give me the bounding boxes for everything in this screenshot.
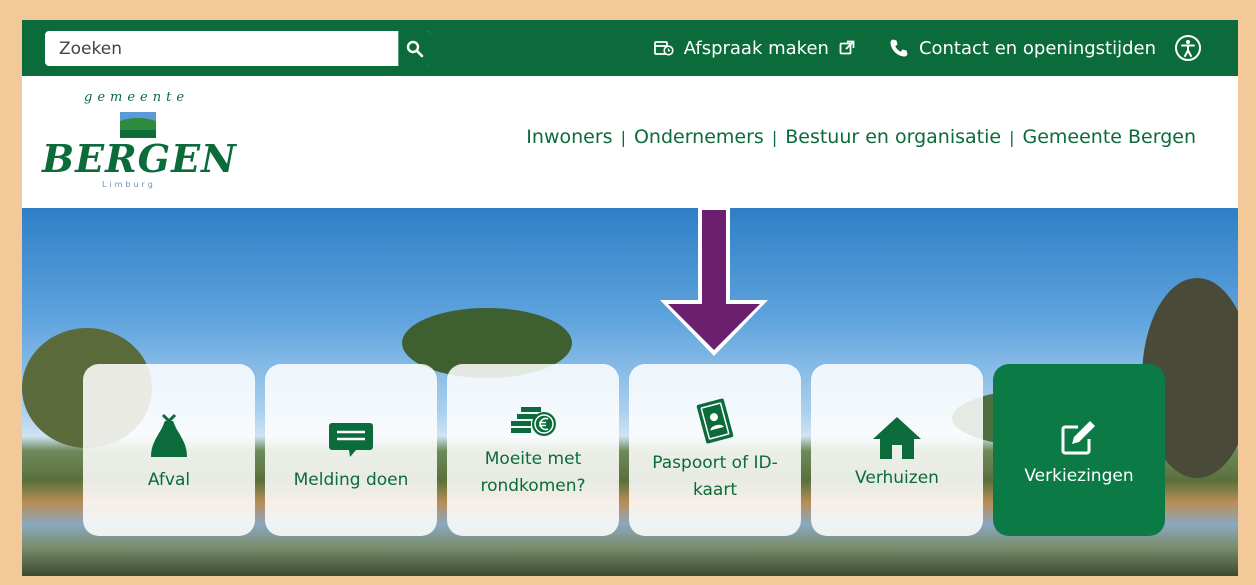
- house-icon: [871, 409, 923, 461]
- nav-separator: |: [620, 127, 626, 147]
- search-button[interactable]: [398, 31, 431, 66]
- calendar-clock-icon: [653, 40, 674, 56]
- tile-paspoort-of-id-kaart[interactable]: Paspoort of ID-kaart: [629, 364, 801, 536]
- nav-item-bestuur[interactable]: Bestuur en organisatie: [785, 126, 1001, 148]
- tile-verhuizen[interactable]: Verhuizen: [811, 364, 983, 536]
- top-bar: Afspraak maken Contact en openingstijden: [22, 20, 1238, 76]
- site-header: gemeente BERGEN Limburg Inwoners | Onder…: [22, 76, 1238, 208]
- tile-label: Verkiezingen: [1024, 466, 1134, 486]
- chat-message-icon: [328, 407, 374, 459]
- logo-top-text: gemeente: [84, 90, 190, 105]
- nav-separator: |: [771, 127, 778, 147]
- tile-moeite-met-rondkomen[interactable]: Moeite met rondkomen?: [447, 364, 619, 536]
- tile-verkiezingen[interactable]: Verkiezingen: [993, 364, 1165, 536]
- tile-label: Moeite met rondkomen?: [480, 449, 586, 496]
- garbage-bag-icon: [151, 407, 187, 459]
- accessibility-icon[interactable]: [1174, 34, 1202, 62]
- page-frame: Afspraak maken Contact en openingstijden…: [22, 20, 1238, 576]
- tile-label: Paspoort of ID-kaart: [652, 453, 778, 500]
- nav-item-inwoners[interactable]: Inwoners: [526, 126, 612, 148]
- search-box: [44, 30, 432, 67]
- tile-label: Afval: [147, 470, 191, 490]
- appointment-label: Afspraak maken: [683, 37, 829, 59]
- main-nav: Inwoners | Ondernemers | Bestuur en orga…: [526, 126, 1196, 148]
- tile-label: Melding doen: [293, 470, 409, 490]
- phone-icon: [889, 38, 909, 58]
- nav-item-ondernemers[interactable]: Ondernemers: [634, 126, 764, 148]
- id-passport-icon: [693, 396, 737, 444]
- logo-main-text: BERGEN: [42, 136, 237, 181]
- tile-afval[interactable]: Afval: [83, 364, 255, 536]
- quick-links: Afval Melding doen Moeite met rondkomen?…: [83, 364, 1165, 536]
- search-icon: [406, 40, 424, 58]
- hero-banner: Afval Melding doen Moeite met rondkomen?…: [22, 208, 1238, 576]
- gemeente-bergen-logo[interactable]: gemeente BERGEN Limburg: [42, 90, 242, 200]
- appointment-link[interactable]: Afspraak maken: [653, 37, 855, 59]
- search-input[interactable]: [45, 31, 398, 66]
- contact-label: Contact en openingstijden: [918, 37, 1156, 59]
- external-link-icon: [839, 40, 855, 56]
- tile-melding-doen[interactable]: Melding doen: [265, 364, 437, 536]
- edit-ballot-icon: [1060, 411, 1098, 455]
- nav-item-gemeente-bergen[interactable]: Gemeente Bergen: [1022, 126, 1196, 148]
- coins-euro-icon: [509, 400, 557, 440]
- arrow-down-annotation: [660, 208, 768, 356]
- tile-label: Verhuizen: [855, 468, 939, 488]
- nav-separator: |: [1009, 127, 1015, 147]
- top-links: Afspraak maken Contact en openingstijden: [653, 20, 1202, 76]
- contact-link[interactable]: Contact en openingstijden: [889, 38, 1156, 59]
- logo-sub-text: Limburg: [102, 180, 156, 189]
